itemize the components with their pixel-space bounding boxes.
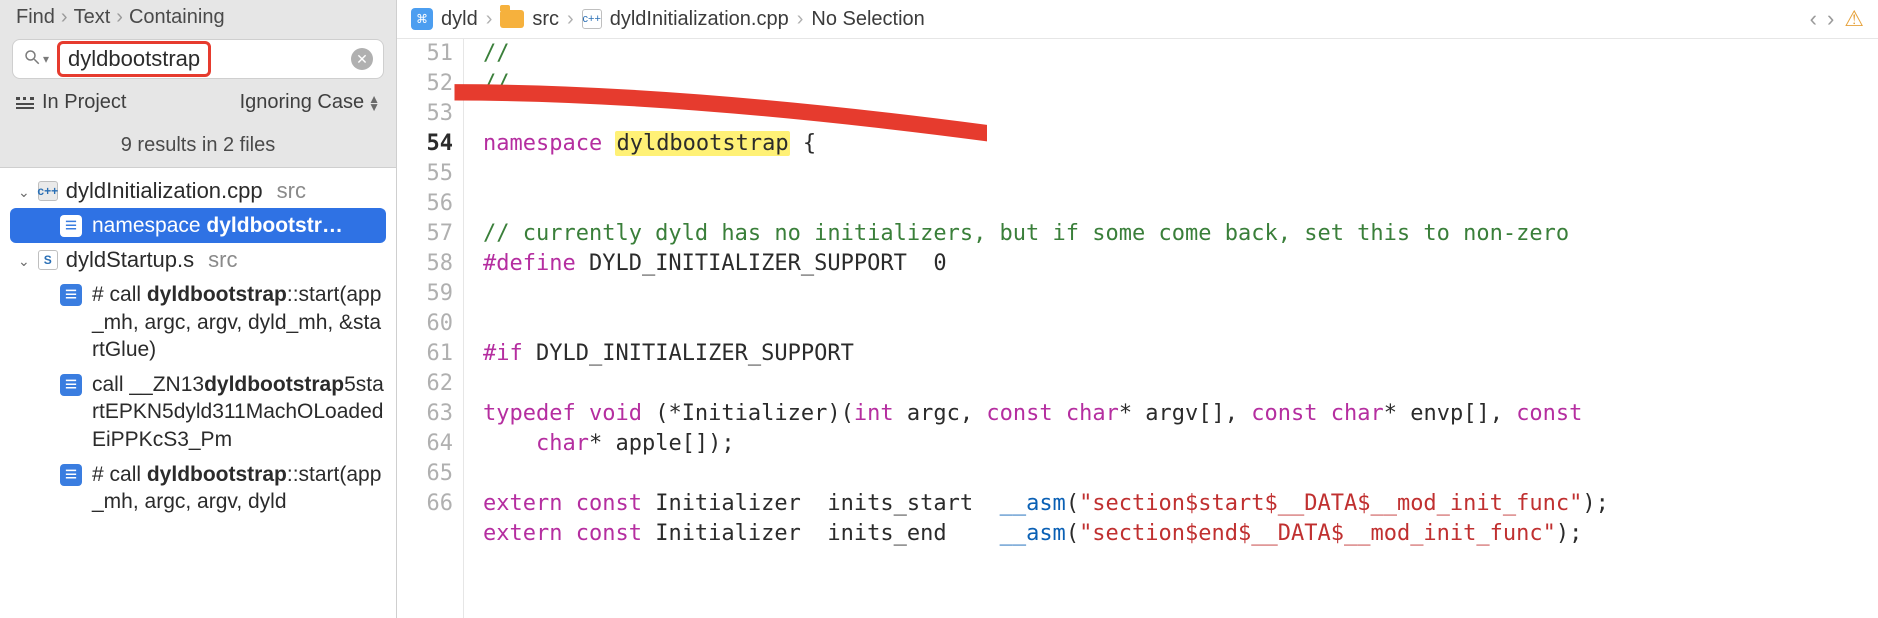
file-dir: src [208, 247, 237, 273]
line-number[interactable]: 57 [407, 219, 453, 249]
line-gutter[interactable]: 51525354555657585960616263646566 [397, 39, 463, 618]
code-line[interactable] [483, 279, 1878, 309]
crumb-project[interactable]: dyld [441, 8, 478, 31]
scope-label: In Project [42, 91, 126, 114]
file-name: dyldInitialization.cpp [66, 178, 263, 204]
code-line[interactable]: typedef void (*Initializer)(int argc, co… [483, 399, 1878, 459]
results-summary: 9 results in 2 files [0, 124, 396, 168]
code-area[interactable]: 51525354555657585960616263646566 //// na… [397, 39, 1878, 618]
editor-pane: ⌘ dyld › src › c++ dyldInitialization.cp… [397, 0, 1878, 618]
line-number[interactable]: 60 [407, 309, 453, 339]
ignore-case-popup[interactable]: Ignoring Case ▲▼ [240, 91, 380, 114]
code-line[interactable]: namespace dyldbootstrap { [483, 129, 1878, 159]
line-number[interactable]: 66 [407, 489, 453, 519]
chevron-right-icon: › [61, 6, 68, 29]
line-number[interactable]: 61 [407, 339, 453, 369]
line-number[interactable]: 58 [407, 249, 453, 279]
file-icon: c++ [582, 9, 602, 29]
editor-nav: ‹ › ⚠ [1810, 6, 1864, 32]
back-button[interactable]: ‹ [1810, 6, 1817, 32]
line-number[interactable]: 56 [407, 189, 453, 219]
project-icon: ⌘ [411, 8, 433, 30]
forward-button[interactable]: › [1827, 6, 1834, 32]
match-text: # call dyldbootstrap::start(app_mh, argc… [92, 281, 386, 363]
match-icon: ≡ [60, 374, 82, 396]
chevron-down-icon[interactable]: ▾ [43, 52, 49, 66]
crumb-selection[interactable]: No Selection [811, 8, 924, 31]
crumb-containing[interactable]: Containing [129, 6, 225, 29]
code-line[interactable] [483, 99, 1878, 129]
crumb-file[interactable]: dyldInitialization.cpp [610, 8, 789, 31]
code-line[interactable] [483, 369, 1878, 399]
editor-breadcrumbs[interactable]: ⌘ dyld › src › c++ dyldInitialization.cp… [397, 0, 1878, 39]
file-dir: src [277, 178, 306, 204]
disclosure-icon[interactable]: ⌄ [18, 184, 30, 201]
file-icon: S [38, 250, 58, 270]
crumb-folder[interactable]: src [532, 8, 559, 31]
line-number[interactable]: 53 [407, 99, 453, 129]
folder-icon [500, 10, 524, 28]
match-icon: ≡ [60, 464, 82, 486]
disclosure-icon[interactable]: ⌄ [18, 253, 30, 270]
search-input[interactable]: dyldbootstrap [57, 41, 211, 77]
line-number[interactable]: 63 [407, 399, 453, 429]
code-line[interactable] [483, 459, 1878, 489]
line-number[interactable]: 64 [407, 429, 453, 459]
file-row[interactable]: ⌄ SdyldStartup.s src [0, 243, 396, 277]
chevron-right-icon: › [797, 8, 804, 31]
match-text: namespace dyldbootstr… [92, 212, 376, 239]
results-list[interactable]: ⌄ c++ dyldInitialization.cpp src ≡ namespace … [0, 168, 396, 618]
file-row[interactable]: ⌄ c++ dyldInitialization.cpp src [0, 174, 396, 208]
search-field[interactable]: ▾ dyldbootstrap ✕ [12, 39, 384, 79]
line-number[interactable]: 54 [407, 129, 453, 159]
search-icon [23, 48, 41, 71]
line-number[interactable]: 51 [407, 39, 453, 69]
code-line[interactable]: // currently dyld has no initializers, b… [483, 219, 1878, 249]
match-row[interactable]: ≡ # call dyldbootstrap::start(app_mh, arg… [0, 457, 396, 520]
match-row[interactable]: ≡ # call dyldbootstrap::start(app_mh, arg… [0, 277, 396, 367]
chevron-right-icon: › [116, 6, 123, 29]
file-name: dyldStartup.s [66, 247, 194, 273]
search-field-wrap: ▾ dyldbootstrap ✕ [0, 35, 396, 87]
updown-icon: ▲▼ [368, 95, 380, 111]
line-number[interactable]: 65 [407, 459, 453, 489]
match-text: call __ZN13dyldbootstrap5startEPKN5dyld3… [92, 371, 386, 453]
code-line[interactable] [483, 309, 1878, 339]
warning-icon[interactable]: ⚠ [1844, 6, 1864, 32]
file-icon: c++ [38, 181, 58, 201]
match-text: # call dyldbootstrap::start(app_mh, argc… [92, 461, 386, 516]
code-line[interactable]: // [483, 69, 1878, 99]
find-navigator-sidebar: Find › Text › Containing ▾ dyldbootstrap… [0, 0, 397, 618]
code-line[interactable]: #define DYLD_INITIALIZER_SUPPORT 0 [483, 249, 1878, 279]
line-number[interactable]: 62 [407, 369, 453, 399]
code-line[interactable]: extern const Initializer inits_start __a… [483, 489, 1878, 519]
match-row[interactable]: ≡ call __ZN13dyldbootstrap5startEPKN5dyld… [0, 367, 396, 457]
clear-icon[interactable]: ✕ [351, 48, 373, 70]
scope-popup[interactable]: In Project [16, 91, 126, 114]
ignore-case-label: Ignoring Case [240, 91, 365, 114]
app-root: Find › Text › Containing ▾ dyldbootstrap… [0, 0, 1878, 618]
match-row[interactable]: ≡ namespace dyldbootstr… [10, 208, 386, 243]
crumb-find[interactable]: Find [16, 6, 55, 29]
chevron-right-icon: › [486, 8, 493, 31]
code-line[interactable] [483, 189, 1878, 219]
code-text[interactable]: //// namespace dyldbootstrap { // curren… [469, 39, 1878, 618]
code-line[interactable]: #if DYLD_INITIALIZER_SUPPORT [483, 339, 1878, 369]
line-number[interactable]: 55 [407, 159, 453, 189]
find-scope-breadcrumbs[interactable]: Find › Text › Containing [0, 0, 396, 35]
chevron-right-icon: › [567, 8, 574, 31]
crumb-text[interactable]: Text [74, 6, 111, 29]
code-line[interactable]: // [483, 39, 1878, 69]
line-number[interactable]: 52 [407, 69, 453, 99]
match-icon: ≡ [60, 284, 82, 306]
code-line[interactable] [483, 159, 1878, 189]
match-icon: ≡ [60, 215, 82, 237]
line-number[interactable]: 59 [407, 279, 453, 309]
search-scope-row: In Project Ignoring Case ▲▼ [0, 87, 396, 124]
code-line[interactable]: extern const Initializer inits_end __asm… [483, 519, 1878, 549]
scope-icon [16, 97, 34, 109]
